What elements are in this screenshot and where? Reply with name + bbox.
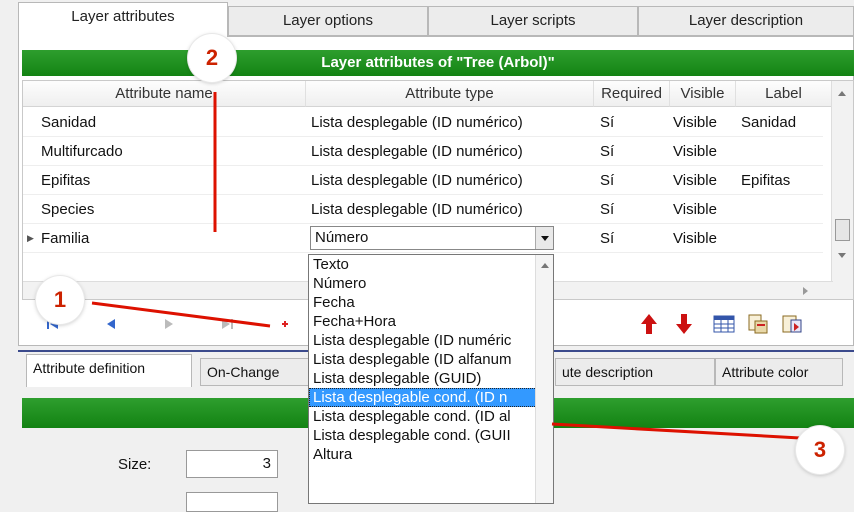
callout-badge-3: 3 bbox=[796, 426, 844, 474]
annotation-line-3 bbox=[551, 422, 801, 440]
annotation-lines bbox=[91, 92, 801, 440]
callout-badge-1: 1 bbox=[36, 276, 84, 324]
callout-badge-2: 2 bbox=[188, 34, 236, 82]
annotation-line-1 bbox=[91, 301, 271, 328]
